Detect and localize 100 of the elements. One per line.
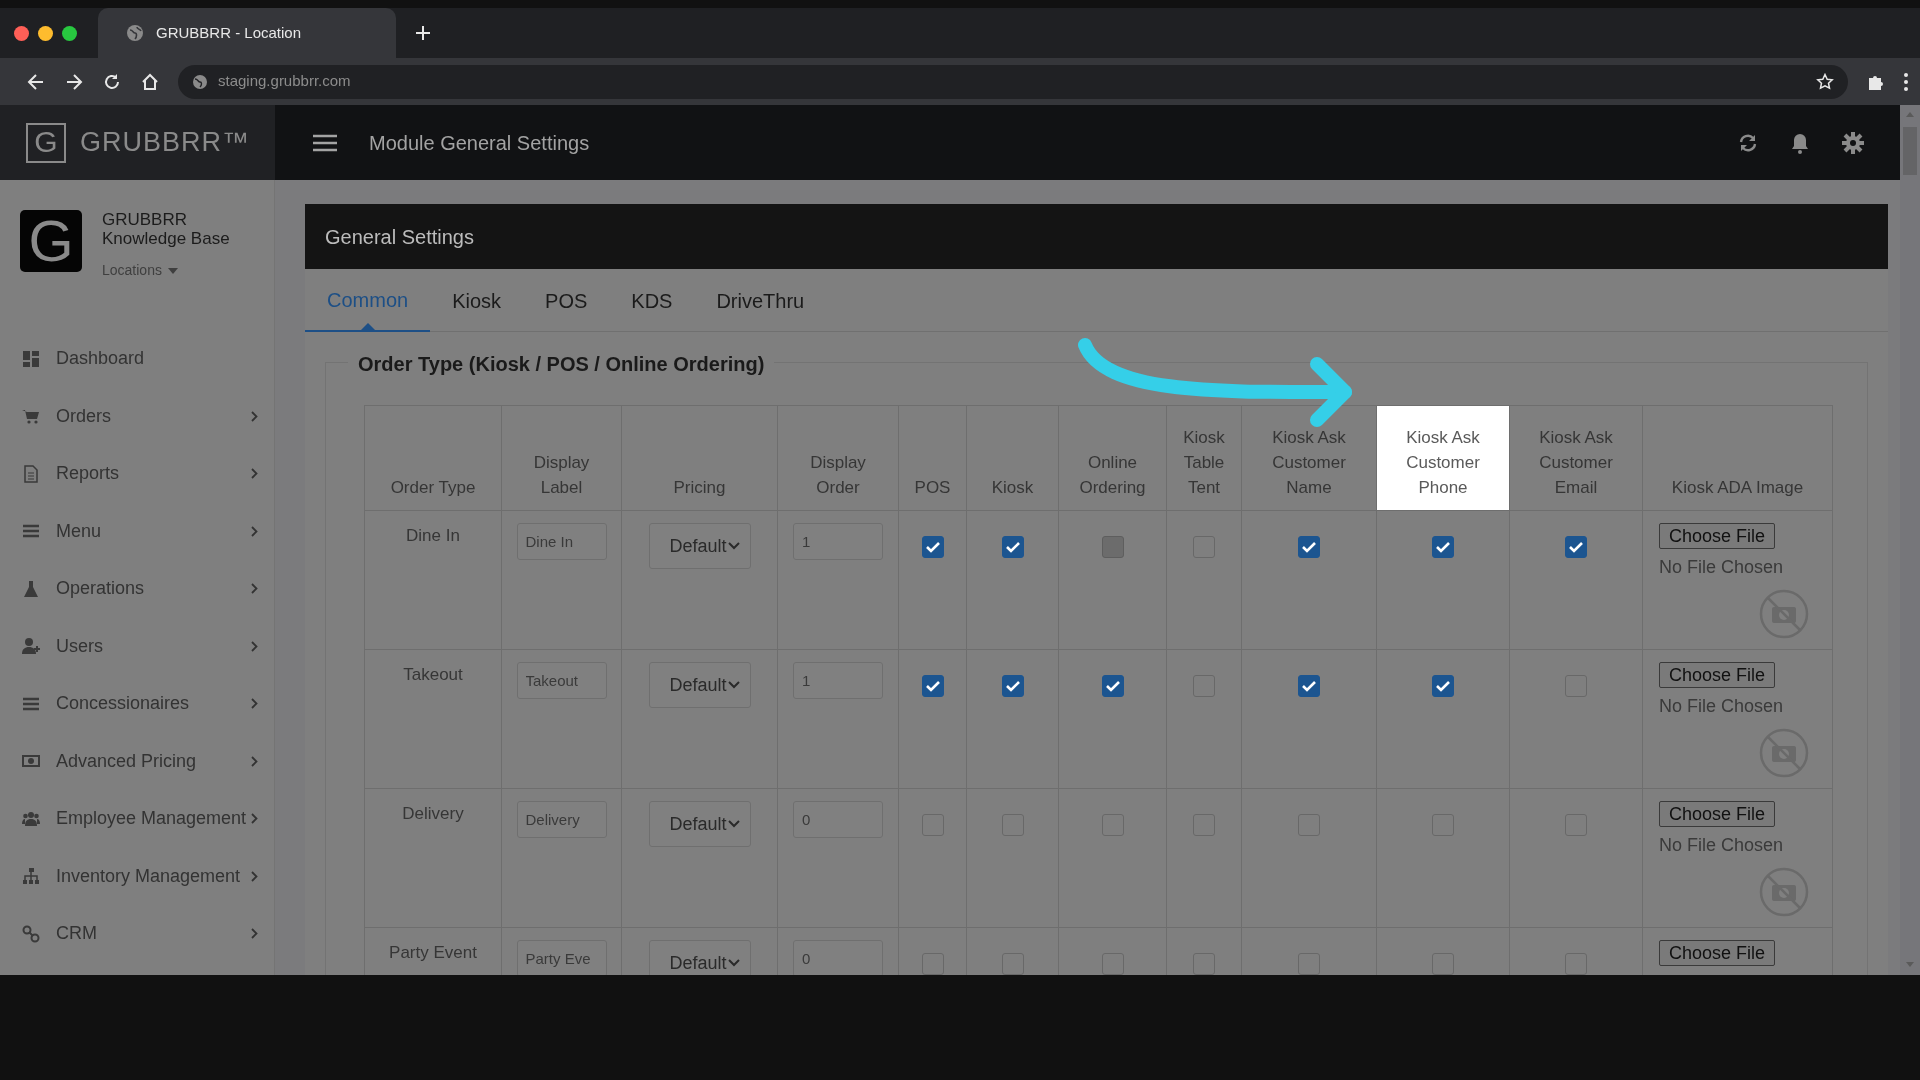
sidebar-item[interactable]: Concessionaires <box>0 675 274 733</box>
organization-logo: G <box>20 210 82 272</box>
column-header: Order Type <box>364 405 502 511</box>
settings-tab[interactable]: Kiosk <box>430 269 524 332</box>
caret-icon <box>167 267 178 274</box>
label-input[interactable]: Dine In <box>516 523 607 560</box>
checkbox[interactable] <box>1432 536 1454 558</box>
hierarchy-icon <box>22 867 40 886</box>
column-header: Kiosk ADA Image <box>1642 405 1833 511</box>
checkbox[interactable] <box>921 536 944 558</box>
settings-tab[interactable]: POS <box>523 269 610 332</box>
chevron-down-icon <box>727 820 740 828</box>
table-cell: Takeout <box>403 665 463 684</box>
sidebar-item[interactable]: CRM <box>0 905 274 963</box>
organization-name: GRUBBRR <box>102 210 188 229</box>
order-input[interactable]: 0 <box>793 801 883 838</box>
logo-mark: G <box>26 122 66 163</box>
back-icon[interactable] <box>26 71 46 92</box>
file-status: No File Chosen <box>1659 833 1785 857</box>
column-header: Display Label <box>501 405 622 511</box>
sidebar-item[interactable]: Employee Management <box>0 790 274 848</box>
column-header: Online Ordering <box>1058 405 1167 511</box>
order-input[interactable]: 1 <box>793 662 883 699</box>
table-cell: Party Event <box>389 943 477 962</box>
choose-file-button[interactable]: Choose File <box>1659 523 1776 549</box>
choose-file-button[interactable]: Choose File <box>1659 940 1776 966</box>
checkbox[interactable] <box>1298 675 1320 697</box>
group-icon <box>22 809 40 828</box>
column-header: Display Order <box>777 405 899 511</box>
check-icon <box>925 680 940 692</box>
panel-title: General Settings <box>305 204 1888 269</box>
checkbox[interactable] <box>1432 675 1454 697</box>
globe-icon <box>192 73 208 90</box>
globe-icon <box>126 24 144 42</box>
order-input[interactable]: 1 <box>793 523 883 560</box>
table-cell: Dine In <box>406 526 460 545</box>
window-maximize-button[interactable] <box>62 25 77 41</box>
window-minimize-button[interactable] <box>38 25 53 41</box>
table-cell: Delivery <box>402 804 464 823</box>
chevron-down-icon <box>727 681 740 689</box>
checkbox[interactable] <box>1001 675 1024 697</box>
checkbox[interactable] <box>1565 536 1587 558</box>
file-status: No File Chosen <box>1659 694 1785 718</box>
check-icon <box>1005 680 1020 692</box>
pricing-select[interactable]: Default <box>648 801 751 847</box>
column-header: Kiosk Ask Customer Name <box>1241 405 1377 511</box>
sidebar-item[interactable]: Inventory Management <box>0 847 274 905</box>
settings-tab[interactable]: Common <box>305 269 431 332</box>
label-input[interactable]: Delivery <box>516 801 607 838</box>
settings-tab[interactable]: DriveThru <box>694 269 827 332</box>
home-icon[interactable] <box>140 71 160 92</box>
sidebar-item[interactable]: Orders <box>0 387 274 445</box>
checkbox[interactable] <box>1101 675 1124 697</box>
sidebar-item[interactable]: Users <box>0 617 274 675</box>
flask-icon <box>22 579 40 598</box>
settings-tab[interactable]: KDS <box>609 269 695 332</box>
pricing-select[interactable]: Default <box>648 940 751 975</box>
check-icon <box>925 541 940 553</box>
check-icon <box>1105 680 1120 692</box>
kebab-menu-icon[interactable] <box>1904 72 1908 91</box>
check-icon <box>1569 541 1583 553</box>
new-tab-icon[interactable] <box>414 24 432 42</box>
address-bar[interactable]: staging.grubbrr.com <box>178 64 1848 99</box>
choose-file-button[interactable]: Choose File <box>1659 801 1776 827</box>
browser-tab[interactable]: GRUBBRR - Location <box>98 8 396 58</box>
check-icon <box>1302 680 1316 692</box>
sidebar-item[interactable]: Advanced Pricing <box>0 732 274 790</box>
column-header: Kiosk Ask Customer Email <box>1509 405 1643 511</box>
dashboard-icon <box>22 349 40 368</box>
star-icon[interactable] <box>1816 72 1834 91</box>
pricing-select[interactable]: Default <box>648 523 751 569</box>
checkbox[interactable] <box>1298 536 1320 558</box>
label-input[interactable]: Party Eve <box>516 940 607 975</box>
location-switcher[interactable]: Locations <box>102 260 178 281</box>
pricing-select[interactable]: Default <box>648 662 751 708</box>
chevron-down-icon <box>727 959 740 967</box>
order-input[interactable]: 0 <box>793 940 883 975</box>
forward-icon[interactable] <box>64 71 84 92</box>
choose-file-button[interactable]: Choose File <box>1659 662 1776 688</box>
settings-icon[interactable] <box>1842 131 1864 154</box>
check-icon <box>1302 541 1316 553</box>
column-header: Kiosk Ask Customer Phone <box>1376 405 1510 511</box>
column-header: Kiosk Table Tent <box>1166 405 1242 511</box>
window-close-button[interactable] <box>14 25 29 41</box>
sidebar-item[interactable]: Dashboard <box>0 330 274 388</box>
organization-subtitle: Knowledge Base <box>102 229 230 248</box>
bell-icon[interactable] <box>1790 131 1810 154</box>
checkbox[interactable] <box>921 675 944 697</box>
check-icon <box>1005 541 1020 553</box>
sidebar-item[interactable]: Menu <box>0 502 274 560</box>
refresh-icon[interactable] <box>1738 132 1758 153</box>
label-input[interactable]: Takeout <box>516 662 607 699</box>
column-header: POS <box>898 405 967 511</box>
sidebar-item[interactable]: Reports <box>0 445 274 503</box>
logo-text: GRUBBRR™ <box>80 126 250 160</box>
sidebar-item[interactable]: Operations <box>0 560 274 618</box>
link-icon <box>22 924 40 943</box>
cart-icon <box>22 407 40 426</box>
checkbox[interactable] <box>1001 536 1024 558</box>
menu-icon[interactable] <box>313 133 337 152</box>
